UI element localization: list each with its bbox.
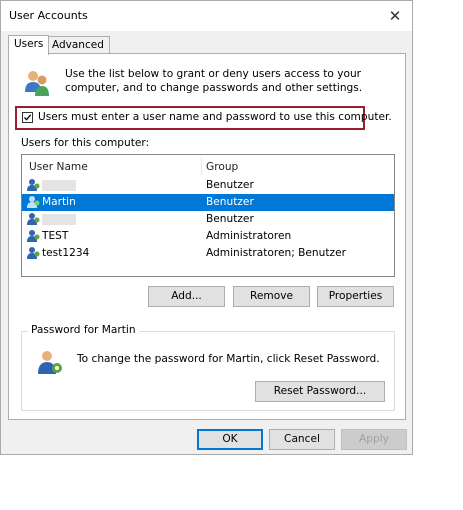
remove-button[interactable]: Remove [233,286,310,307]
password-groupbox: Password for Martin To change the passwo… [21,324,395,411]
user-group: Administratoren [206,230,292,242]
user-icon [27,246,41,263]
user-accounts-dialog: User Accounts ✕ Users Advanced Use the l… [0,0,413,455]
user-icon [27,229,41,246]
properties-button[interactable]: Properties [317,286,394,307]
user-icon [27,178,41,195]
table-row[interactable]: Benutzer [22,211,394,228]
add-button[interactable]: Add... [148,286,225,307]
column-header-group[interactable]: Group [206,161,238,173]
table-row[interactable]: Benutzer [22,177,394,194]
reset-password-instructions: To change the password for Martin, click… [77,353,380,365]
title-bar: User Accounts ✕ [1,1,412,31]
apply-button[interactable]: Apply [341,429,407,450]
user-name: TEST [42,230,69,242]
users-list[interactable]: User Name Group Benutzer Martin Benutzer… [21,154,395,277]
table-row-selected[interactable]: Martin Benutzer [22,194,394,211]
require-login-checkbox[interactable] [22,112,33,123]
user-group: Administratoren; Benutzer [206,247,346,259]
table-row[interactable]: test1234 Administratoren; Benutzer [22,245,394,262]
user-group: Benutzer [206,179,254,191]
window-title: User Accounts [9,9,88,22]
intro-text: Use the list below to grant or deny user… [65,68,363,94]
require-login-label[interactable]: Users must enter a user name and passwor… [38,111,392,123]
table-row[interactable]: TEST Administratoren [22,228,394,245]
user-password-icon [35,348,65,381]
users-list-caption: Users for this computer: [21,137,150,149]
user-group: Benutzer [206,213,254,225]
user-icon [27,195,41,212]
users-icon [22,68,52,101]
user-icon [27,212,41,229]
ok-button[interactable]: OK [197,429,263,450]
close-button[interactable]: ✕ [378,1,412,31]
tab-users[interactable]: Users [8,35,50,55]
users-tab-panel: Use the list below to grant or deny user… [8,53,406,420]
cancel-button[interactable]: Cancel [269,429,335,450]
tab-advanced[interactable]: Advanced [46,36,110,54]
user-name: Martin [42,196,76,208]
require-login-highlight: Users must enter a user name and passwor… [15,106,392,130]
user-name: test1234 [42,247,90,259]
column-divider[interactable] [201,157,202,175]
user-group: Benutzer [206,196,254,208]
redacted-user-name [42,214,76,225]
redacted-user-name [42,180,76,191]
column-header-user-name[interactable]: User Name [29,161,88,173]
reset-password-button[interactable]: Reset Password... [255,381,385,402]
password-group-title: Password for Martin [28,324,139,336]
